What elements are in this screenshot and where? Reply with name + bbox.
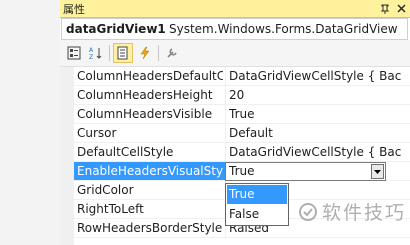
property-row[interactable]: ColumnHeadersDefaultCe DataGridViewCellS… [74, 67, 410, 86]
alphabetical-button[interactable]: AZ [86, 43, 106, 63]
property-pages-button[interactable] [162, 43, 182, 63]
toolbar-separator [158, 45, 159, 61]
close-icon[interactable] [394, 2, 408, 16]
property-row[interactable]: Cursor Default [74, 124, 410, 143]
properties-panel: 属性 dataGridView1 System.Windows.Forms.Da… [60, 0, 410, 245]
combobox-value: True [229, 164, 255, 178]
panel-title: 属性 [63, 3, 85, 16]
property-value[interactable]: Default [229, 126, 409, 140]
property-value[interactable]: 20 [229, 88, 409, 102]
properties-button[interactable] [113, 43, 133, 63]
property-row[interactable]: ColumnHeadersVisible True [74, 105, 410, 124]
property-name: RightToLeft [77, 202, 144, 216]
grid-gutter [60, 67, 74, 245]
categorized-button[interactable] [64, 43, 84, 63]
value-combobox[interactable]: True [225, 162, 386, 181]
object-type: System.Windows.Forms.DataGridView [169, 22, 398, 36]
svg-text:Z: Z [89, 54, 93, 60]
property-name: DefaultCellStyle [77, 145, 174, 159]
categorized-icon [67, 46, 81, 60]
svg-text:A: A [89, 47, 94, 54]
property-pages-icon [167, 48, 177, 58]
property-row[interactable]: DefaultCellStyle DataGridViewCellStyle {… [74, 143, 410, 162]
watermark-logo-icon [298, 202, 317, 221]
property-row[interactable]: ColumnHeadersHeight 20 [74, 86, 410, 105]
events-button[interactable] [135, 43, 155, 63]
property-row-selected[interactable]: EnableHeadersVisualStyle True [74, 162, 410, 181]
property-name: Cursor [77, 126, 117, 140]
chevron-down-icon [374, 169, 381, 174]
property-name: RowHeadersBorderStyle [77, 221, 223, 235]
watermark-text: 软件技巧 [321, 202, 406, 224]
property-name: ColumnHeadersVisible [77, 107, 213, 121]
object-name: dataGridView1 [66, 22, 166, 36]
panel-title-bar: 属性 [60, 0, 410, 18]
property-name: ColumnHeadersHeight [77, 88, 213, 102]
object-selector[interactable]: dataGridView1 System.Windows.Forms.DataG… [61, 18, 408, 40]
property-name: GridColor [77, 183, 134, 197]
dropdown-list: True False [225, 183, 289, 226]
property-value[interactable]: DataGridViewCellStyle { Bac [229, 145, 409, 159]
property-value[interactable]: True [229, 107, 409, 121]
dropdown-arrow-button[interactable] [371, 164, 384, 179]
background-left [0, 0, 60, 245]
alphabetical-icon: AZ [89, 47, 102, 60]
toolbar-separator [109, 45, 110, 61]
pin-icon[interactable] [378, 2, 392, 16]
property-name: EnableHeadersVisualStyle [77, 164, 223, 178]
property-name: ColumnHeadersDefaultCe [77, 69, 223, 83]
events-icon [140, 46, 150, 60]
dropdown-option-false[interactable]: False [227, 205, 287, 224]
properties-icon [117, 46, 128, 60]
properties-toolbar: AZ [60, 40, 410, 67]
watermark: 软件技巧 [298, 198, 406, 225]
dropdown-option-true[interactable]: True [227, 185, 287, 204]
property-value[interactable]: DataGridViewCellStyle { Bac [229, 69, 409, 83]
